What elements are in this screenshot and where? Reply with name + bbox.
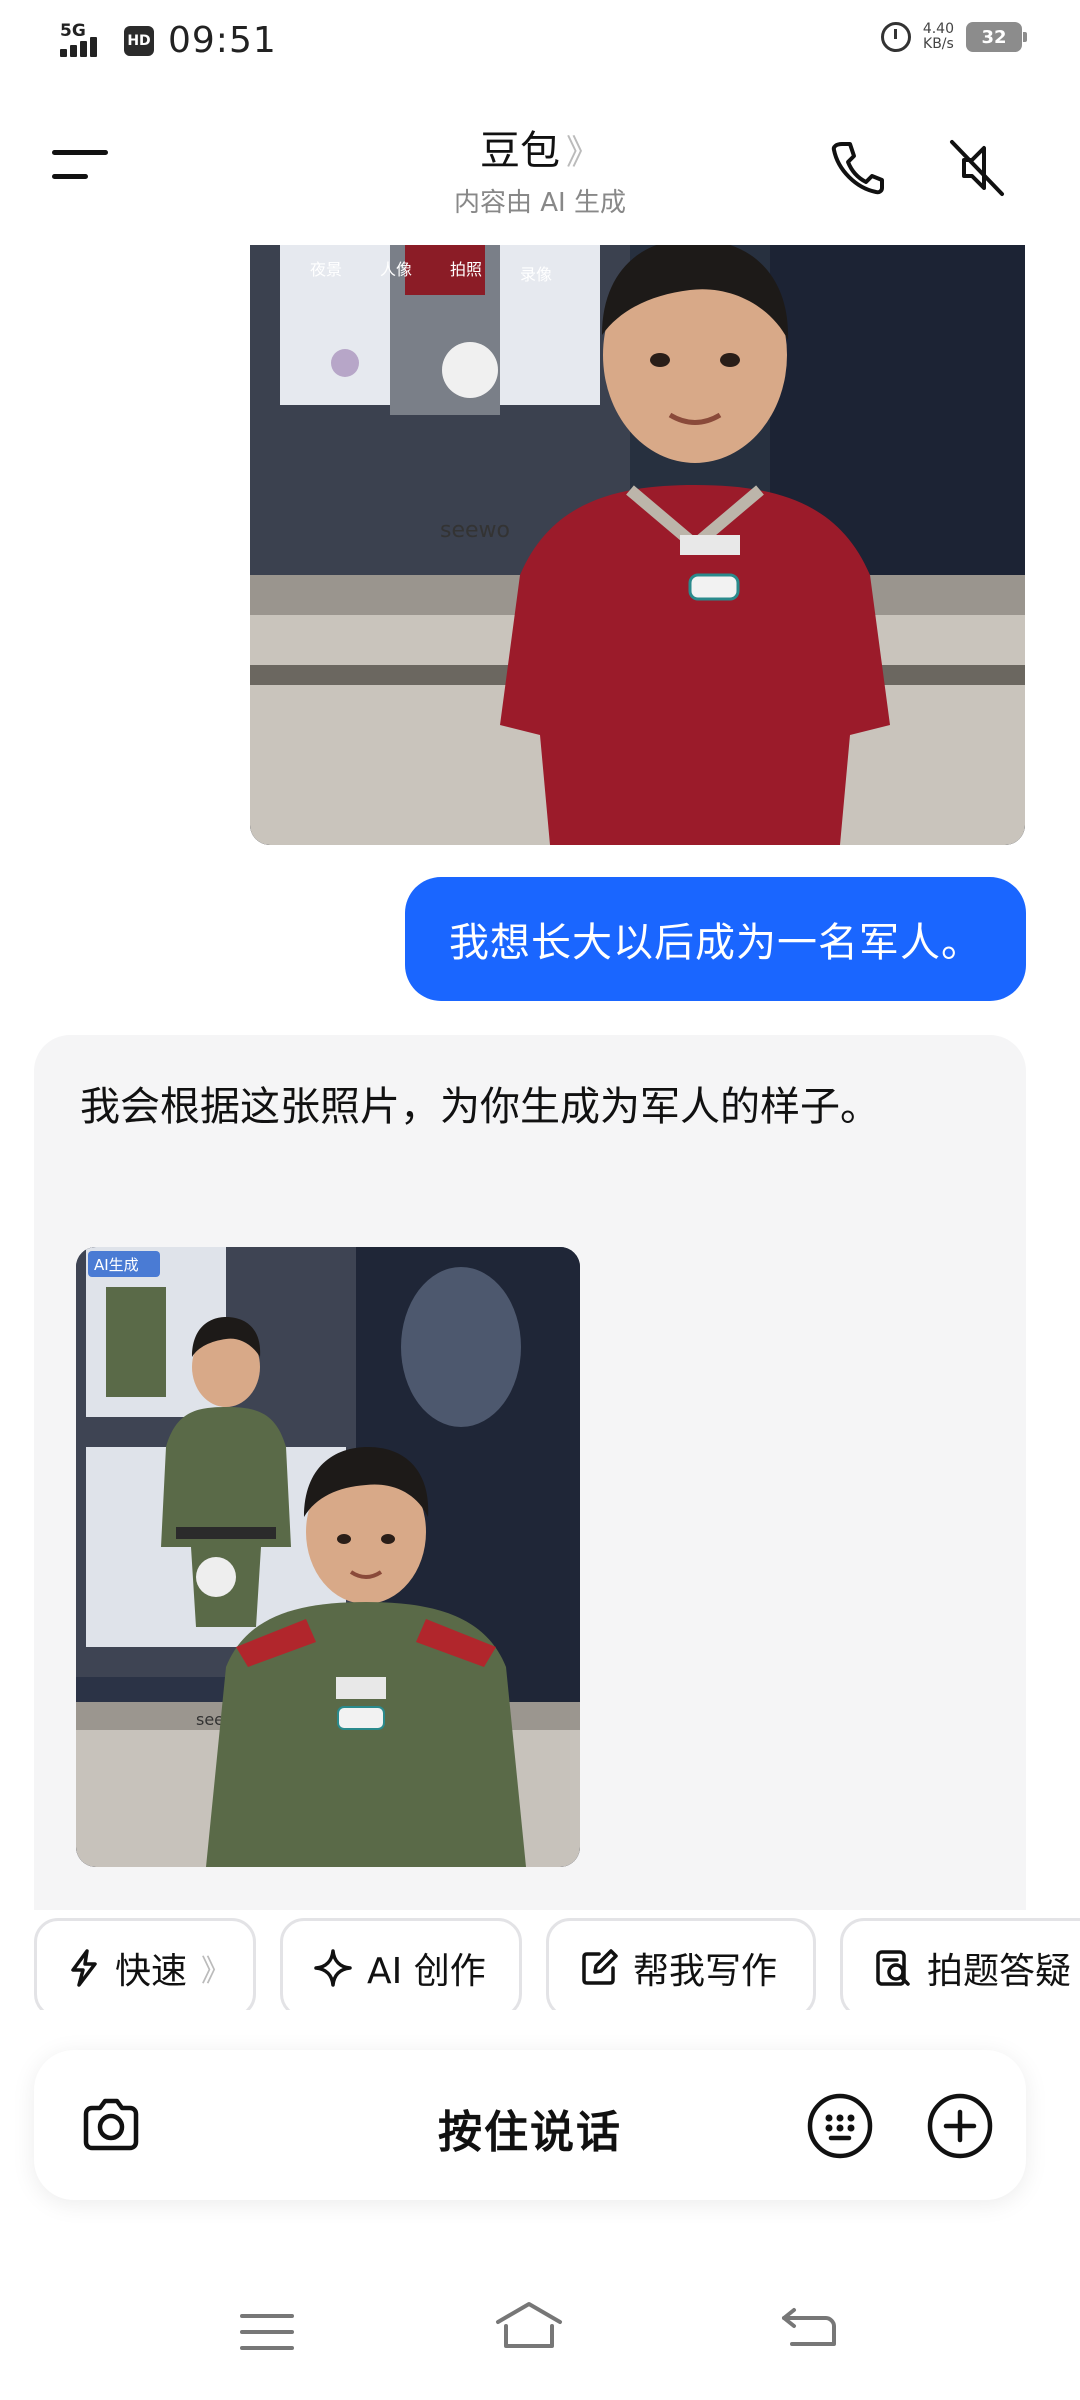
hd-badge: HD [124,25,154,56]
chat-header: 豆包》 内容由 AI 生成 [0,100,1080,230]
bot-name: 豆包 [480,128,560,174]
quick-action-scan-question[interactable]: 拍题答疑 [840,1918,1080,2010]
chevron-right-icon: 》 [201,1954,232,1989]
ai-response-card[interactable]: 我会根据这张照片，为你生成为军人的样子。 AI生成 seewo [34,1035,1026,1910]
ai-generated-image[interactable]: AI生成 seewo [76,1247,580,1867]
ai-message-text: 我会根据这张照片，为你生成为军人的样子。 [80,1084,880,1130]
edit-icon [582,1949,618,1985]
battery-indicator: 32 [966,22,1027,52]
quick-action-writing[interactable]: 帮我写作 [546,1918,816,2010]
chat-title[interactable]: 豆包》 内容由 AI 生成 [0,118,1080,219]
clock: 09:51 [168,20,277,61]
emoji-keyboard-icon[interactable] [804,2090,876,2162]
quick-actions-row[interactable]: 快速 》 AI 创作 帮我写作 拍题答疑 [0,1910,1080,2010]
plus-icon[interactable] [924,2090,996,2162]
phone-icon[interactable] [822,132,892,202]
svg-text:seewo: seewo [440,518,510,543]
user-photo[interactable]: 夜景 人像 拍照 录像 seewo [250,245,1025,845]
ai-disclaimer: 内容由 AI 生成 [454,188,626,218]
chevron-right-icon: 》 [566,133,600,173]
nav-back-icon[interactable] [778,2302,840,2352]
lightning-icon [71,1949,97,1987]
user-message-bubble[interactable]: 我想长大以后成为一名军人。 [405,877,1026,1001]
scan-question-icon [876,1950,910,1986]
svg-text:夜景: 夜景 [310,260,342,279]
svg-text:录像: 录像 [520,265,552,284]
signal-icon: 5G [60,21,110,61]
speaker-mute-icon[interactable] [942,132,1012,202]
system-nav-bar [0,2240,1080,2400]
quick-action-ai-create[interactable]: AI 创作 [280,1918,522,2010]
sparkle-icon [314,1949,352,1987]
alarm-icon [880,22,911,52]
status-bar: 5G HD 09:51 4.40 KB/s 32 [0,0,1080,84]
svg-text:人像: 人像 [380,260,412,279]
svg-text:拍照: 拍照 [450,260,482,279]
chat-area[interactable]: 夜景 人像 拍照 录像 seewo 我想长大以后成为一名军人。 我会根据这张照片… [0,245,1080,1910]
input-bar: 按住说话 [34,2050,1026,2200]
nav-home-icon[interactable] [492,2300,566,2352]
network-speed: 4.40 KB/s [922,21,954,52]
network-type: 5G [60,20,86,41]
hold-to-talk-button[interactable]: 按住说话 [34,2096,1026,2160]
quick-action-fast[interactable]: 快速 》 [34,1918,256,2010]
nav-menu-icon[interactable] [238,2310,296,2354]
ai-generated-badge: AI生成 [94,1256,139,1274]
